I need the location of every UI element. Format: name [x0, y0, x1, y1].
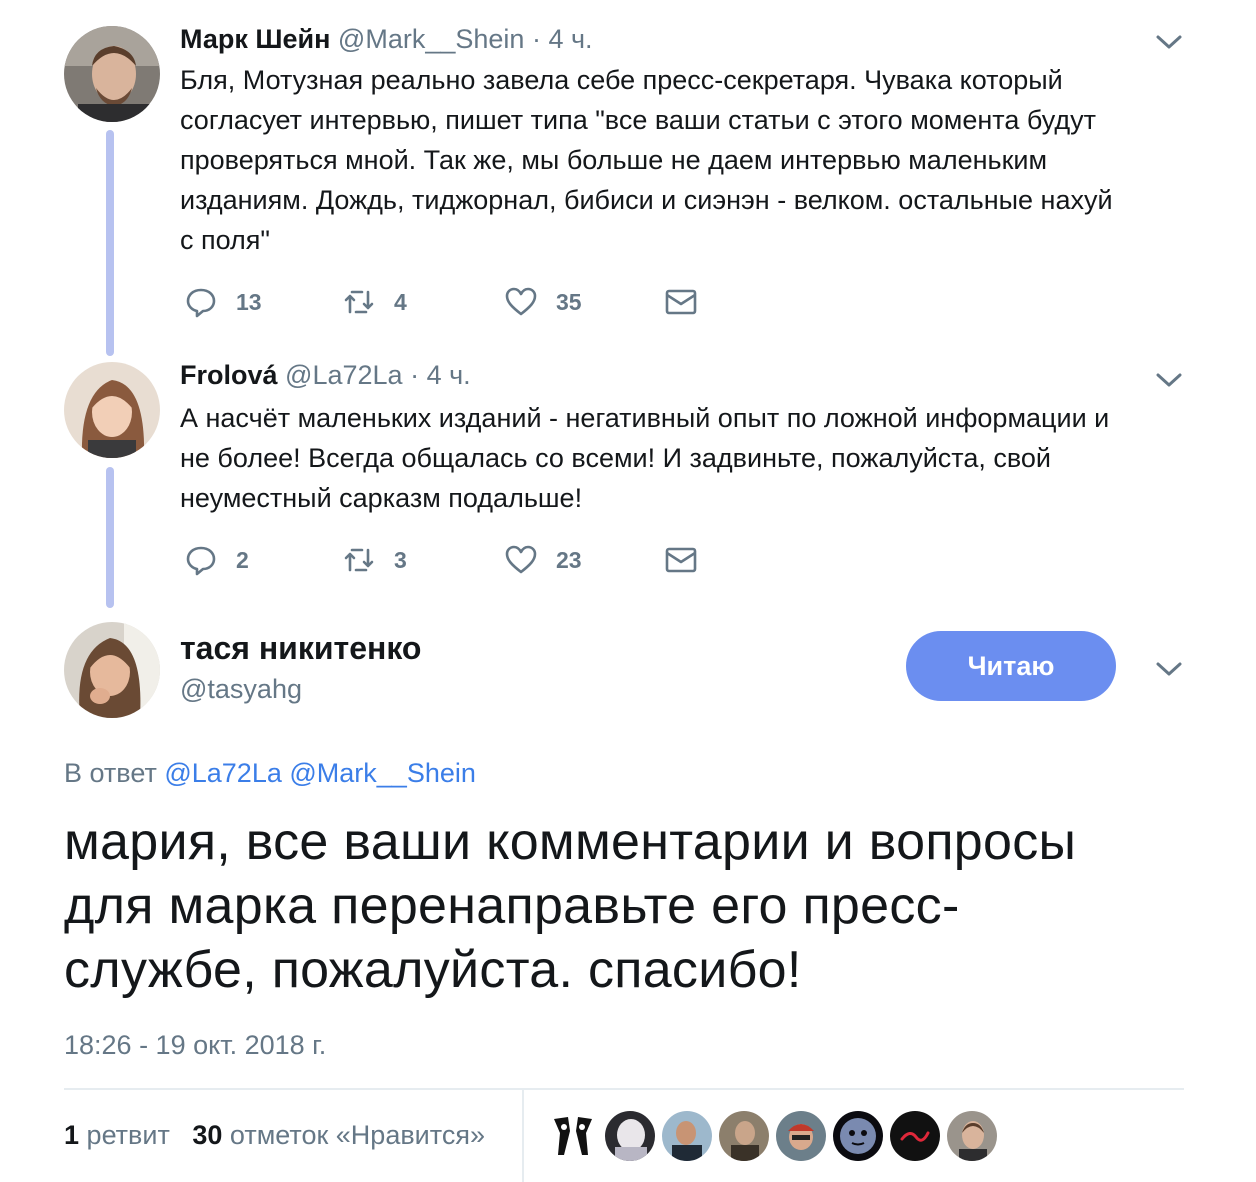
tweet-header: Марк Шейн @Mark__Shein · 4 ч.: [180, 22, 593, 56]
tweet-text-line: А насчёт маленьких изданий - негативный …: [180, 403, 1110, 433]
tweet-text-line: согласует интервью, пишет типа "все ваши…: [180, 105, 1096, 135]
like-count: 23: [556, 546, 582, 573]
mention-link[interactable]: @La72La: [164, 758, 282, 788]
tweet-header: Frolová @La72La · 4 ч.: [180, 358, 471, 392]
tweet-text: А насчёт маленьких изданий - негативный …: [180, 398, 1180, 518]
retweet-button[interactable]: 4: [342, 282, 407, 322]
liker-avatar[interactable]: [833, 1111, 883, 1161]
tweet-actions: 2 3 23: [180, 540, 740, 580]
tweet-text-line: с поля": [180, 225, 271, 255]
thread-connector-line: [106, 467, 114, 608]
envelope-icon: [664, 543, 698, 577]
header-separator: ·: [410, 360, 420, 390]
author-name[interactable]: Frolová: [180, 360, 278, 390]
chevron-down-icon[interactable]: [1154, 370, 1184, 390]
reply-button[interactable]: 13: [184, 282, 262, 322]
retweet-icon: [342, 285, 376, 319]
tweet-text-line: неуместный сарказм подальше!: [180, 483, 583, 513]
reply-button[interactable]: 2: [184, 540, 249, 580]
tweet-stats: 1 ретвит 30 отметок «Нравится»: [64, 1118, 485, 1152]
heart-icon: [504, 543, 538, 577]
reply-count: 2: [236, 546, 249, 573]
liker-avatar[interactable]: [719, 1111, 769, 1161]
retweet-count: 3: [394, 546, 407, 573]
retweet-icon: [342, 543, 376, 577]
avatar-frolova[interactable]: [64, 362, 160, 458]
stats-vertical-divider: [522, 1090, 524, 1182]
liker-avatar[interactable]: [947, 1111, 997, 1161]
liker-avatar[interactable]: [605, 1111, 655, 1161]
main-tweet-text-line: для марка перенаправьте его пресс-: [64, 877, 960, 935]
tweet-time[interactable]: 4 ч.: [548, 24, 592, 54]
main-tweet-text: мария, все ваши комментарии и вопросы дл…: [64, 810, 1164, 1002]
liker-avatar[interactable]: [776, 1111, 826, 1161]
reply-context: В ответ @La72La @Mark__Shein: [64, 756, 476, 790]
author-name[interactable]: тася никитенко: [180, 628, 421, 668]
reply-prefix: В ответ: [64, 758, 157, 788]
main-tweet-text-line: мария, все ваши комментарии и вопросы: [64, 813, 1077, 871]
tweet-text: Бля, Мотузная реально завела себе пресс-…: [180, 60, 1180, 260]
retweet-stat[interactable]: 1 ретвит: [64, 1120, 170, 1150]
chevron-down-icon[interactable]: [1154, 659, 1184, 679]
like-button[interactable]: 23: [504, 540, 582, 580]
like-count: 35: [556, 288, 582, 315]
author-handle[interactable]: @Mark__Shein: [338, 24, 525, 54]
like-stat[interactable]: 30 отметок «Нравится»: [192, 1120, 485, 1150]
tweet-text-line: не более! Всегда общалась со всеми! И за…: [180, 443, 1052, 473]
following-button[interactable]: Читаю: [906, 631, 1116, 701]
envelope-icon: [664, 285, 698, 319]
tweet-text-line: Бля, Мотузная реально завела себе пресс-…: [180, 65, 1063, 95]
direct-message-button[interactable]: [664, 282, 698, 322]
retweet-stat-count: 1: [64, 1120, 80, 1150]
tweet-text-line: изданиям. Дождь, тиджорнал, бибиси и сиэ…: [180, 185, 1113, 215]
liker-avatar[interactable]: [890, 1111, 940, 1161]
stats-divider: [64, 1088, 1184, 1090]
tweet-text-line: проверяться мной. Так же, мы больше не д…: [180, 145, 1048, 175]
retweet-stat-label: ретвит: [86, 1120, 170, 1150]
mention-link[interactable]: @Mark__Shein: [289, 758, 476, 788]
like-stat-count: 30: [192, 1120, 223, 1150]
main-tweet-text-line: службе, пожалуйста. спасибо!: [64, 941, 802, 999]
header-separator: ·: [531, 24, 541, 54]
liker-avatar[interactable]: [662, 1111, 712, 1161]
tweet-time[interactable]: 4 ч.: [427, 360, 471, 390]
like-stat-label: отметок «Нравится»: [229, 1120, 485, 1150]
direct-message-button[interactable]: [664, 540, 698, 580]
heart-icon: [504, 285, 538, 319]
like-button[interactable]: 35: [504, 282, 582, 322]
chevron-down-icon[interactable]: [1154, 32, 1184, 52]
author-handle[interactable]: @La72La: [285, 360, 403, 390]
retweet-count: 4: [394, 288, 407, 315]
retweet-button[interactable]: 3: [342, 540, 407, 580]
liker-avatar[interactable]: [548, 1111, 598, 1161]
author-name[interactable]: Марк Шейн: [180, 24, 330, 54]
author-handle[interactable]: @tasyahg: [180, 672, 302, 706]
thread-connector-line: [106, 130, 114, 356]
tweet-actions: 13 4 35: [180, 282, 740, 322]
avatar-mark-shein[interactable]: [64, 26, 160, 122]
reply-icon: [184, 543, 218, 577]
reply-count: 13: [236, 288, 262, 315]
tweet-timestamp[interactable]: 18:26 - 19 окт. 2018 г.: [64, 1028, 326, 1062]
reply-icon: [184, 285, 218, 319]
avatar-tasyahg[interactable]: [64, 622, 160, 718]
